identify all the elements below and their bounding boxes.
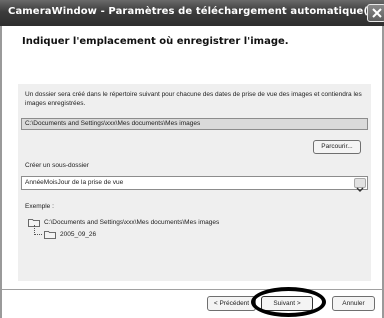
browse-button[interactable]: Parcourir... (313, 140, 361, 154)
destination-path-value: C:\Documents and Settings\xxx\Mes docume… (25, 120, 201, 127)
previous-button[interactable]: < Précédent (207, 296, 256, 311)
subfolder-select[interactable]: AnnéeMoisJour de la prise de vue (21, 176, 368, 192)
subfolder-label: Créer un sous-dossier (25, 162, 89, 169)
tree-connector (34, 225, 42, 235)
window-title: CameraWindow - Paramètres de téléchargem… (8, 6, 380, 17)
page-heading: Indiquer l'emplacement où enregistrer l'… (22, 36, 289, 47)
highlight-circle (251, 287, 326, 317)
title-bar: CameraWindow - Paramètres de téléchargem… (0, 0, 384, 26)
folder-icon (44, 231, 56, 239)
example-tree-child: 2005_09_26 (44, 230, 96, 239)
example-tree-root: C:\Documents and Settings\xxx\Mes docume… (28, 218, 219, 227)
dropdown-arrow-button[interactable] (354, 178, 366, 192)
close-icon (372, 8, 382, 18)
close-button[interactable] (367, 4, 384, 22)
chevron-down-icon (356, 187, 364, 192)
destination-path-field[interactable]: C:\Documents and Settings\xxx\Mes docume… (21, 118, 368, 130)
footer-separator (2, 289, 382, 291)
example-root-path: C:\Documents and Settings\xxx\Mes docume… (44, 219, 220, 227)
description-text: Un dossier sera créé dans le répertoire … (25, 91, 362, 107)
example-label: Exemple : (25, 203, 54, 210)
dialog-window: CameraWindow - Paramètres de téléchargem… (0, 0, 384, 318)
cancel-button[interactable]: Annuler (332, 296, 375, 311)
subfolder-selected-value: AnnéeMoisJour de la prise de vue (25, 179, 124, 186)
example-child-folder: 2005_09_26 (60, 231, 97, 239)
